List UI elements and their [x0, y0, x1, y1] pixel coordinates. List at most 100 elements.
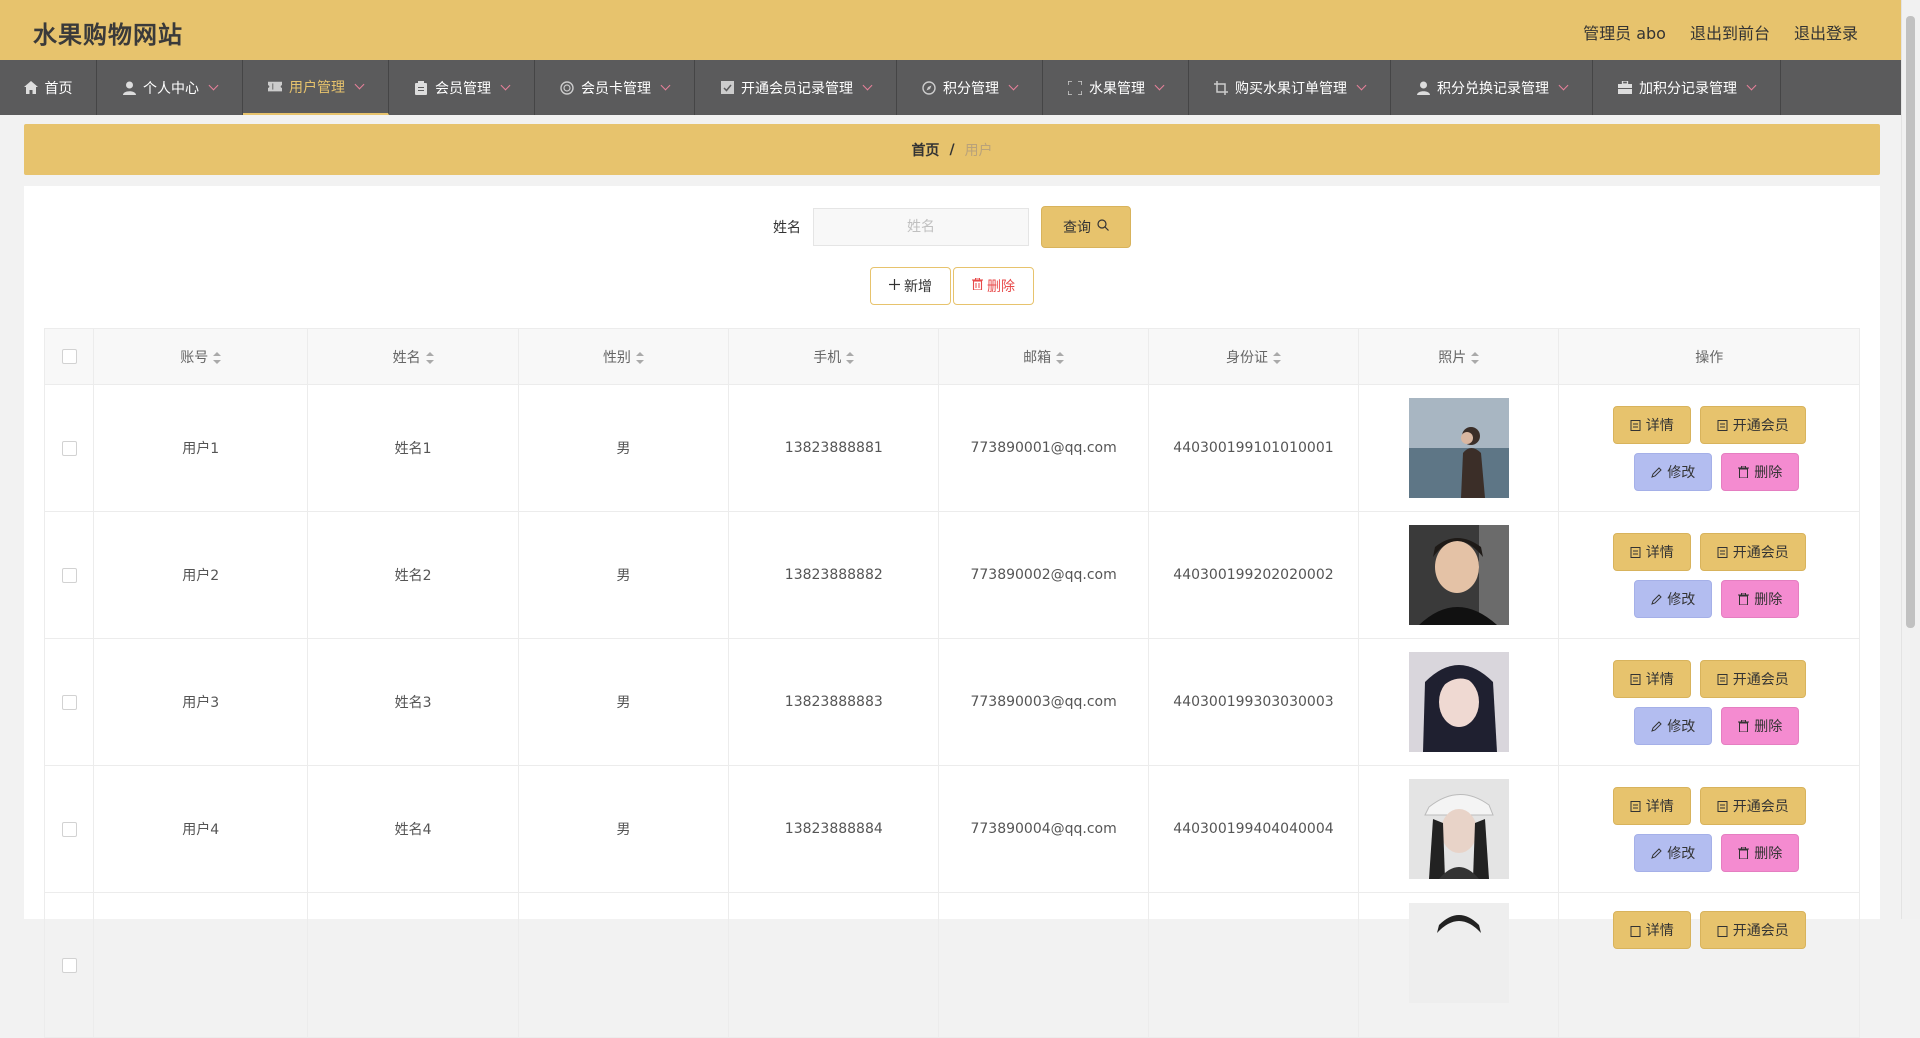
open-membership-label: 开通会员 — [1732, 417, 1789, 434]
document-icon — [1630, 800, 1641, 812]
delete-button[interactable]: 删除 — [1721, 452, 1800, 491]
nav-item-fruit-orders[interactable]: 购买水果订单管理 — [1189, 60, 1391, 115]
open-membership-button[interactable]: 开通会员 — [1699, 659, 1806, 698]
col-header-account[interactable]: 账号 — [93, 328, 309, 385]
sort-icon[interactable] — [1056, 351, 1065, 364]
name-search-input[interactable] — [813, 208, 1029, 246]
nav-item-points-management[interactable]: 积分管理 — [897, 60, 1043, 115]
sort-icon[interactable] — [213, 351, 222, 364]
sort-icon[interactable] — [846, 351, 855, 364]
edit-button[interactable]: 修改 — [1634, 833, 1713, 872]
chevron-down-icon — [660, 80, 671, 90]
open-membership-button[interactable]: 开通会员 — [1699, 911, 1806, 949]
col-header-id-card[interactable]: 身份证 — [1147, 328, 1360, 385]
user-photo[interactable] — [1408, 779, 1509, 879]
sort-icon[interactable] — [1471, 351, 1480, 364]
row-checkbox[interactable] — [61, 821, 77, 837]
nav-item-user-management[interactable]: 用户管理 — [243, 60, 389, 115]
open-membership-label: 开通会员 — [1732, 798, 1789, 815]
detail-button[interactable]: 详情 — [1612, 532, 1691, 571]
delete-button[interactable]: 删除 — [1721, 833, 1800, 872]
cell-gender: 男 — [517, 638, 730, 766]
cell-email: 773890002@qq.com — [938, 511, 1149, 639]
edit-label: 修改 — [1667, 845, 1696, 862]
row-checkbox[interactable] — [61, 440, 77, 456]
edit-label: 修改 — [1667, 591, 1696, 608]
open-membership-button[interactable]: 开通会员 — [1699, 786, 1806, 825]
pencil-icon — [1651, 847, 1662, 859]
detail-button[interactable]: 详情 — [1612, 405, 1691, 444]
chevron-down-icon — [862, 80, 873, 90]
nav-item-points-exchange-records[interactable]: 积分兑换记录管理 — [1391, 60, 1593, 115]
detail-button[interactable]: 详情 — [1612, 786, 1691, 825]
scrollbar-thumb[interactable] — [1906, 16, 1915, 628]
cell-phone — [728, 892, 940, 1038]
col-label: 手机 — [813, 349, 842, 366]
nav-item-member-card-management[interactable]: 会员卡管理 — [535, 60, 695, 115]
user-photo[interactable] — [1408, 525, 1509, 625]
edit-button[interactable]: 修改 — [1634, 706, 1713, 745]
sort-icon[interactable] — [1272, 351, 1281, 364]
cell-actions: 详情 开通会员 修改 删除 — [1558, 511, 1860, 639]
open-membership-label: 开通会员 — [1732, 671, 1789, 688]
col-label: 身份证 — [1225, 349, 1268, 366]
cell-phone: 13823888882 — [728, 511, 940, 639]
query-button[interactable]: 查询 — [1041, 206, 1131, 248]
nav-item-fruit-management[interactable]: 水果管理 — [1043, 60, 1189, 115]
chevron-down-icon — [354, 79, 365, 89]
row-checkbox[interactable] — [61, 694, 77, 710]
person-icon — [122, 81, 136, 95]
add-button[interactable]: 新增 — [870, 267, 951, 305]
nav-item-home[interactable]: 首页 — [0, 60, 97, 115]
select-all-checkbox[interactable] — [61, 349, 77, 364]
table-row: 详情 开通会员 — [43, 892, 1860, 1038]
row-checkbox[interactable] — [61, 567, 77, 583]
delete-button[interactable]: 删除 — [1721, 579, 1800, 618]
trash-icon — [1738, 719, 1750, 733]
nav-item-personal-center[interactable]: 个人中心 — [97, 60, 243, 115]
cell-id-card: 440300199101010001 — [1147, 384, 1360, 512]
detail-button[interactable]: 详情 — [1612, 659, 1691, 698]
document-icon — [1717, 925, 1728, 937]
document-icon — [1717, 800, 1728, 812]
col-header-name[interactable]: 姓名 — [307, 328, 519, 385]
cell-actions: 详情 开通会员 — [1558, 892, 1860, 1038]
nav-item-add-points-records[interactable]: 加积分记录管理 — [1593, 60, 1781, 115]
row-checkbox[interactable] — [61, 957, 77, 973]
delete-button[interactable]: 删除 — [1721, 706, 1800, 745]
table-header-row: 账号 姓名 性别 手机 邮箱 身份证 照片 操作 — [43, 328, 1860, 385]
nav-item-membership-records[interactable]: 开通会员记录管理 — [695, 60, 897, 115]
open-membership-button[interactable]: 开通会员 — [1699, 532, 1806, 571]
detail-button[interactable]: 详情 — [1612, 911, 1691, 949]
col-label: 操作 — [1695, 349, 1724, 366]
query-button-label: 查询 — [1063, 220, 1091, 236]
col-header-email[interactable]: 邮箱 — [938, 328, 1149, 385]
col-header-phone[interactable]: 手机 — [728, 328, 940, 385]
nav-item-member-management[interactable]: 会员管理 — [389, 60, 535, 115]
sort-icon[interactable] — [635, 351, 644, 364]
cell-gender: 男 — [517, 511, 730, 639]
cell-id-card: 440300199303030003 — [1147, 638, 1360, 766]
pencil-icon — [1651, 720, 1662, 732]
logout-link[interactable]: 退出登录 — [1794, 20, 1858, 44]
sort-icon[interactable] — [425, 351, 434, 364]
chevron-down-icon — [1558, 80, 1569, 90]
nav-label: 加积分记录管理 — [1639, 80, 1737, 97]
edit-button[interactable]: 修改 — [1634, 452, 1713, 491]
user-table: 账号 姓名 性别 手机 邮箱 身份证 照片 操作 用户1 姓名1 男 13823… — [43, 328, 1860, 1038]
user-photo[interactable] — [1408, 903, 1509, 1003]
col-header-photo[interactable]: 照片 — [1358, 328, 1560, 385]
user-photo[interactable] — [1408, 398, 1509, 498]
row-select-cell — [43, 384, 95, 512]
back-to-front-link[interactable]: 退出到前台 — [1690, 20, 1770, 44]
col-header-gender[interactable]: 性别 — [517, 328, 730, 385]
user-photo[interactable] — [1408, 652, 1509, 752]
cell-name: 姓名3 — [307, 638, 519, 766]
admin-label[interactable]: 管理员 abo — [1583, 20, 1666, 44]
page-scrollbar[interactable] — [1901, 0, 1920, 919]
open-membership-button[interactable]: 开通会员 — [1699, 405, 1806, 444]
edit-button[interactable]: 修改 — [1634, 579, 1713, 618]
trash-icon — [1738, 592, 1750, 606]
batch-delete-button[interactable]: 删除 — [953, 267, 1034, 305]
breadcrumb-home[interactable]: 首页 — [911, 140, 939, 160]
